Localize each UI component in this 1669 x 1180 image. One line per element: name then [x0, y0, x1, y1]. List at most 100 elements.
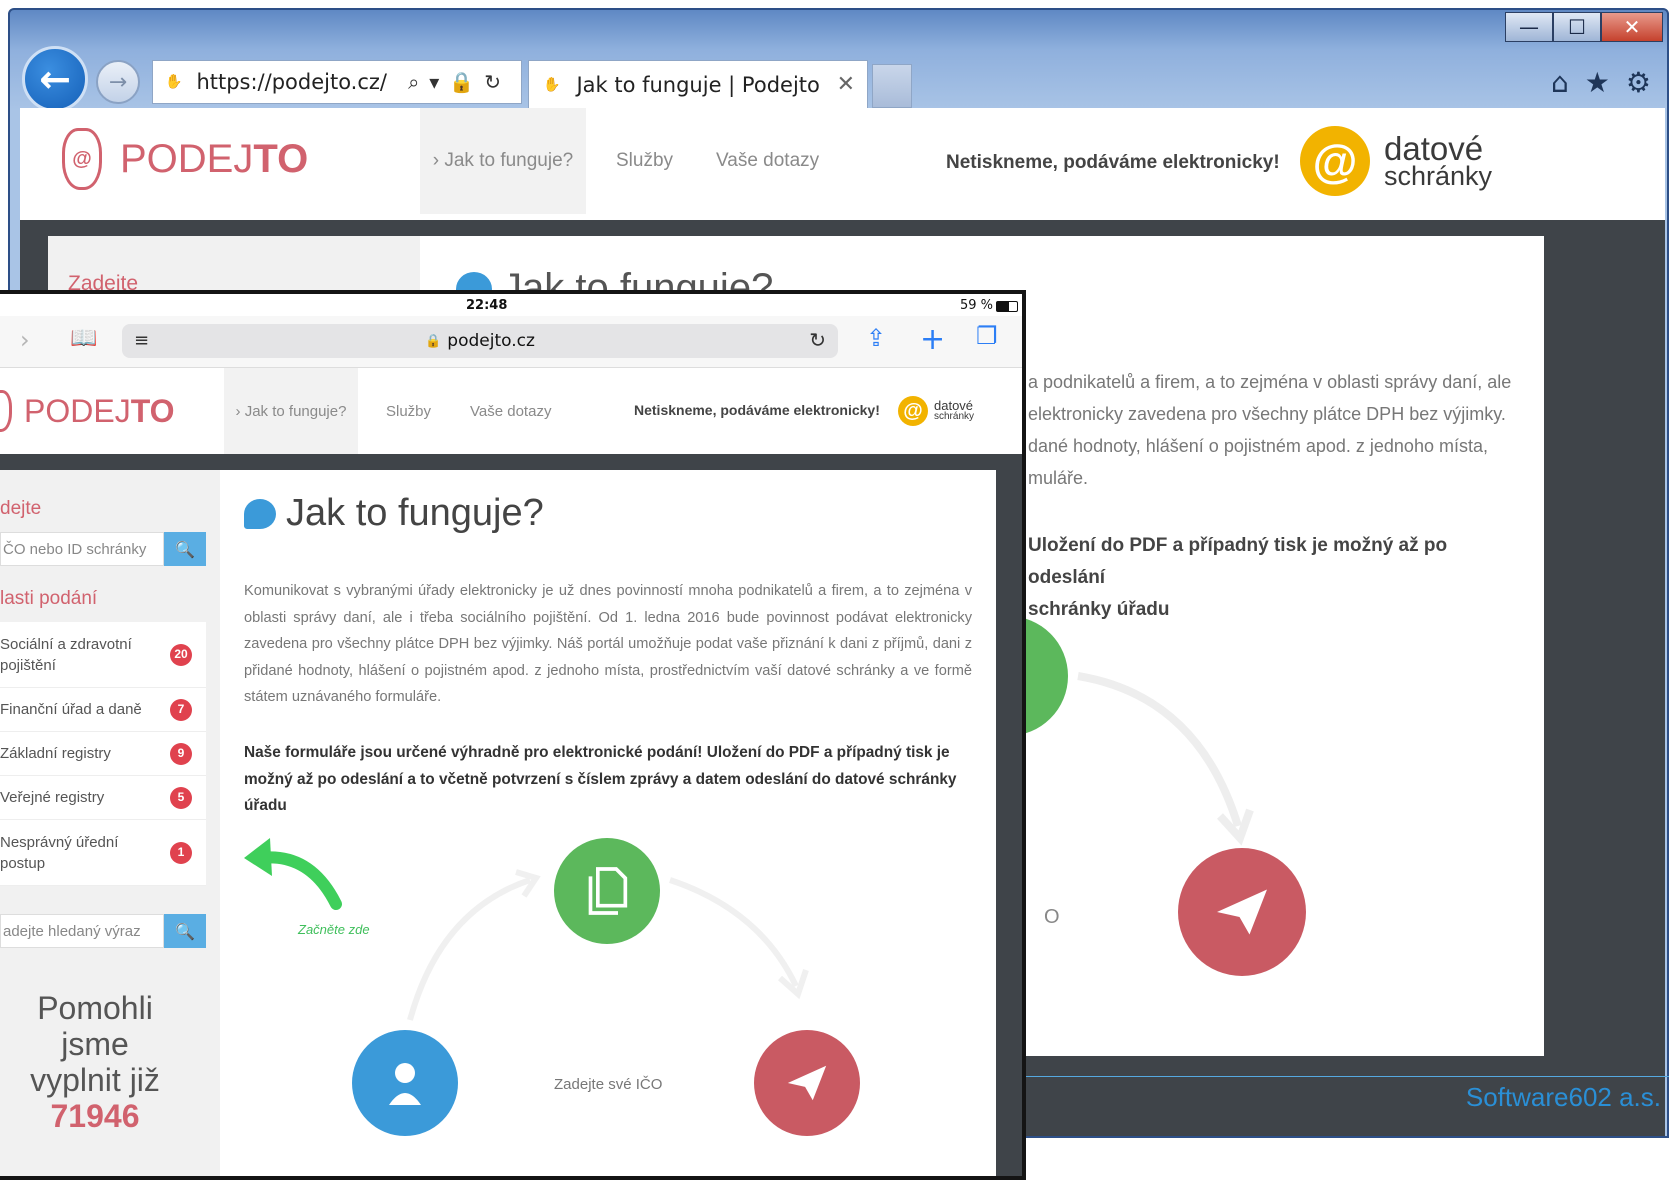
ie-bold-line: schránky úřadu — [1028, 599, 1170, 620]
nav-vase-dotazy[interactable]: Vaše dotazy — [716, 108, 819, 214]
slogan: Netiskneme, podáváme elektronicky! — [634, 402, 880, 418]
phrase-search-button[interactable]: 🔍 — [164, 914, 206, 948]
arrow-right-icon: → — [108, 69, 128, 95]
ipad-content: dejte ČO nebo ID schránky 🔍 lasti podání… — [0, 470, 996, 1176]
new-tab-plus-icon[interactable]: + — [920, 322, 945, 357]
share-icon[interactable]: ⇪ — [866, 324, 886, 352]
search-icon: 🔍 — [175, 539, 195, 559]
ico-search-input[interactable]: ČO nebo ID schránky — [0, 532, 164, 566]
ie-send-circle — [1178, 848, 1306, 976]
forward-chevron-icon[interactable]: › — [20, 326, 30, 354]
ie-bold-text: Uložení do PDF a případný tisk je možný … — [1028, 530, 1528, 626]
flow-arc-right — [669, 877, 799, 988]
document-icon — [588, 867, 628, 915]
page-title: Jak to funguje? — [244, 492, 544, 535]
paper-plane-icon — [1217, 889, 1267, 935]
list-item-label: Veřejné registry — [0, 789, 105, 806]
maximize-button[interactable]: ☐ — [1553, 12, 1601, 42]
ie-paragraph: a podnikatelů a firem, a to zejména v ob… — [1028, 366, 1528, 494]
nav-vase-dotazy[interactable]: Vaše dotazy — [470, 368, 551, 454]
hand-logo-icon — [0, 390, 12, 432]
counter-number: 71946 — [50, 1098, 140, 1134]
bookmarks-book-icon[interactable]: 📖 — [70, 326, 97, 351]
notice-bold: Naše formuláře jsou určené výhradně pro … — [244, 744, 957, 814]
ds-text: datové schránky — [934, 399, 975, 423]
search-ico: ČO nebo ID schránky 🔍 — [0, 532, 206, 566]
forward-button[interactable]: → — [96, 60, 140, 104]
ie-para-line: dané hodnoty, hlášení o pojistném apod. … — [1028, 436, 1488, 456]
counter-line1: Pomohli jsme — [37, 990, 153, 1062]
list-item[interactable]: Nesprávný úřední postup 1 — [0, 820, 206, 886]
send-step-circle[interactable] — [754, 1030, 860, 1136]
safari-url: podejto.cz — [447, 331, 535, 351]
minimize-button[interactable]: — — [1505, 12, 1553, 42]
phrase-search-input[interactable]: adejte hledaný výraz — [0, 914, 164, 948]
nav-jak-to-funguje[interactable]: › Jak to funguje? — [224, 368, 358, 454]
start-arrow-icon — [244, 838, 342, 910]
flow-arc — [1077, 672, 1242, 828]
datove-schranky-logo: @ datové schránky — [1300, 126, 1492, 196]
new-tab-button[interactable] — [872, 64, 912, 108]
ie-step-label-partial: O — [1044, 906, 1060, 928]
list-item[interactable]: Veřejné registry 5 — [0, 776, 206, 820]
ds-line2: schránky — [934, 411, 975, 423]
count-badge: 20 — [170, 643, 192, 666]
search-phrase: adejte hledaný výraz 🔍 — [0, 914, 206, 948]
reload-icon[interactable]: ↻ — [809, 328, 826, 352]
reader-icon[interactable]: ≡ — [134, 330, 149, 351]
arrow-left-icon: ← — [39, 57, 71, 101]
list-item-label: Nesprávný úřední postup — [0, 833, 119, 872]
close-button[interactable]: ✕ — [1601, 12, 1663, 42]
ds-line2: schránky — [1384, 160, 1493, 191]
side-heading-oblasti: lasti podání — [0, 588, 98, 609]
tabs-icon[interactable]: ❐ — [976, 322, 998, 350]
favorites-star-icon[interactable]: ★ — [1585, 66, 1610, 99]
list-item[interactable]: Finanční úřad a daně 7 — [0, 688, 206, 732]
window-controls: — ☐ ✕ — [1505, 12, 1663, 42]
ico-search-button[interactable]: 🔍 — [164, 532, 206, 566]
counter-line2: vyplnit již — [30, 1062, 160, 1098]
ds-line1: datové — [1384, 129, 1484, 167]
intro-paragraph: Komunikovat s vybranými úřady elektronic… — [244, 583, 972, 705]
step-label-ico: Zadejte své IČO — [554, 1076, 663, 1093]
status-time: 22:48 — [466, 298, 508, 313]
user-icon — [389, 1063, 421, 1105]
footer-company: Software602 a.s. — [1465, 1082, 1661, 1112]
logo-text-b: TO — [253, 136, 309, 181]
settings-gear-icon[interactable]: ⚙ — [1626, 66, 1651, 99]
home-icon[interactable]: ⌂ — [1551, 66, 1569, 99]
battery-icon — [996, 301, 1018, 312]
list-item[interactable]: Sociální a zdravotní pojištění 20 — [0, 622, 206, 688]
browser-tab-active[interactable]: ✋ Jak to funguje | Podejto ✕ — [528, 60, 868, 108]
status-bar: 22:48 59 % — [0, 294, 1022, 318]
ie-flow-arrow — [1077, 672, 1254, 846]
count-badge: 9 — [170, 742, 192, 765]
ipad-site-logo[interactable]: PODEJ TO — [0, 390, 175, 432]
start-arrow-head — [244, 838, 272, 876]
safari-toolbar: › 📖 ≡ 🔒 podejto.cz ↻ ⇪ + ❐ — [0, 316, 1022, 368]
list-item-label: Finanční úřad a daně — [0, 701, 142, 718]
nav-sluzby[interactable]: Služby — [386, 368, 431, 454]
address-tools-icon[interactable]: ⌕▾🔒↻ — [408, 70, 511, 94]
logo-text-b: TO — [130, 392, 175, 429]
user-step-circle[interactable] — [352, 1030, 458, 1136]
tab-close-icon[interactable]: ✕ — [837, 72, 855, 97]
ie-para-line: elektronicky zavedena pro všechny plátce… — [1028, 404, 1506, 424]
count-badge: 7 — [170, 698, 192, 721]
nav-sluzby[interactable]: Služby — [616, 108, 673, 214]
address-bar[interactable]: ✋ https://podejto.cz/ ⌕▾🔒↻ — [152, 60, 522, 104]
lock-icon: 🔒 — [425, 333, 442, 349]
nav-jak-to-funguje[interactable]: › Jak to funguje? — [420, 108, 586, 214]
back-button[interactable]: ← — [22, 46, 88, 112]
help-counter: Pomohli jsme vyplnit již 71946 — [0, 990, 190, 1134]
document-step-circle[interactable] — [554, 838, 660, 944]
site-logo[interactable]: @ PODEJ TO — [62, 128, 308, 190]
logo-text-a: PODEJ — [24, 392, 131, 429]
safari-address-bar[interactable]: ≡ 🔒 podejto.cz ↻ — [122, 324, 838, 358]
speech-bubble-icon — [244, 498, 276, 529]
address-url: https://podejto.cz/ — [196, 70, 388, 94]
list-item[interactable]: Základní registry 9 — [0, 732, 206, 776]
start-label: Začněte zde — [298, 922, 370, 937]
slogan: Netiskneme, podáváme elektronicky! — [946, 152, 1280, 173]
ie-para-line: a podnikatelů a firem, a to zejména v ob… — [1028, 372, 1512, 392]
